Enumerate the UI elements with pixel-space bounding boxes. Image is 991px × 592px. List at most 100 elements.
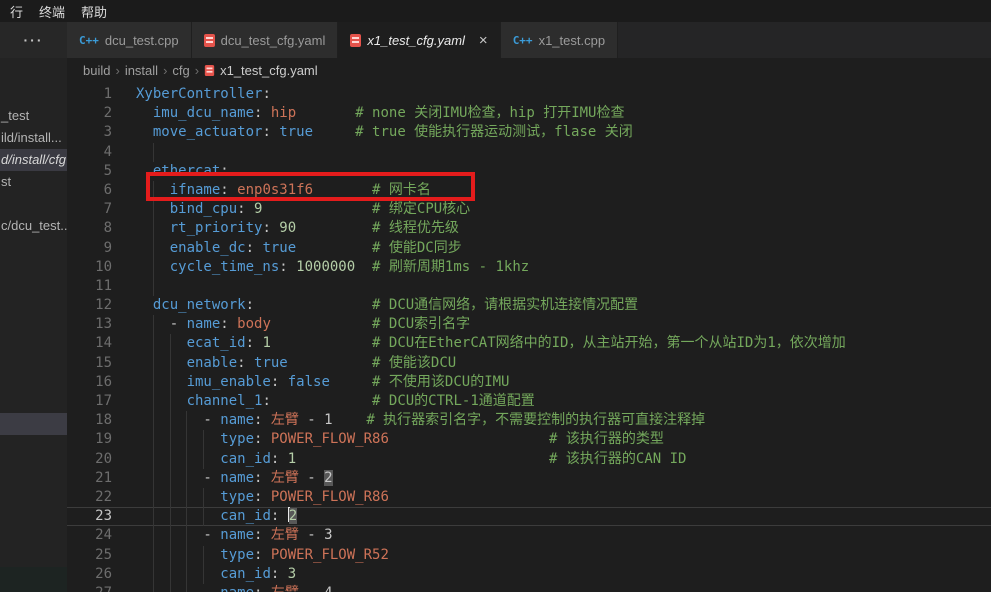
- indent-guide: [153, 565, 154, 584]
- code-line[interactable]: 17 channel_1: # DCU的CTRL-1通道配置: [67, 392, 991, 411]
- close-icon[interactable]: ×: [479, 33, 488, 48]
- code-line[interactable]: 1XyberController:: [67, 85, 991, 104]
- code-line[interactable]: 26 can_id: 3: [67, 565, 991, 584]
- line-number[interactable]: 13: [67, 315, 112, 334]
- code-line[interactable]: 25 type: POWER_FLOW_R52: [67, 546, 991, 565]
- line-number[interactable]: 21: [67, 469, 112, 488]
- code-line[interactable]: 16 imu_enable: false # 不使用该DCU的IMU: [67, 373, 991, 392]
- code-token: type: [220, 547, 254, 563]
- indent-guide: [186, 488, 187, 507]
- code-token: -: [136, 412, 220, 428]
- tab-label: x1_test_cfg.yaml: [367, 33, 465, 48]
- breadcrumb-file[interactable]: x1_test_cfg.yaml: [220, 63, 318, 78]
- code-line-current[interactable]: 23 can_id: 2: [67, 507, 991, 526]
- line-number[interactable]: 9: [67, 239, 112, 258]
- code-line[interactable]: 22 type: POWER_FLOW_R86: [67, 488, 991, 507]
- code-token: # true 使能执行器运动测试，flase 关闭: [355, 124, 633, 140]
- tab-label: x1_test.cpp: [539, 33, 606, 48]
- code-line[interactable]: 24 - name: 左臂 - 3: [67, 526, 991, 545]
- code-line[interactable]: 21 - name: 左臂 - 2: [67, 469, 991, 488]
- line-number[interactable]: 26: [67, 565, 112, 584]
- line-number[interactable]: 22: [67, 488, 112, 507]
- sidebar-item-selected[interactable]: d/install/cfg: [0, 149, 67, 171]
- line-number[interactable]: 20: [67, 450, 112, 469]
- chevron-right-icon: ›: [163, 63, 167, 78]
- line-number[interactable]: 17: [67, 392, 112, 411]
- code-token: [296, 451, 549, 467]
- code-line[interactable]: 18 - name: 左臂 - 1 # 执行器索引名字，不需要控制的执行器可直接…: [67, 411, 991, 430]
- code-line[interactable]: 13 - name: body # DCU索引名字: [67, 315, 991, 334]
- code-line[interactable]: 19 type: POWER_FLOW_R86 # 该执行器的类型: [67, 430, 991, 449]
- line-number[interactable]: 24: [67, 526, 112, 545]
- code-token: [333, 412, 367, 428]
- code-line[interactable]: 4: [67, 143, 991, 162]
- line-number[interactable]: 19: [67, 430, 112, 449]
- line-number[interactable]: 2: [67, 104, 112, 123]
- indent-guide: [153, 450, 154, 469]
- line-number[interactable]: 7: [67, 200, 112, 219]
- line-number[interactable]: 1: [67, 85, 112, 104]
- line-number[interactable]: 16: [67, 373, 112, 392]
- indent-guide: [186, 507, 187, 526]
- tab-dcu-test-cpp[interactable]: C++ dcu_test.cpp: [67, 22, 192, 58]
- indent-guide: [186, 411, 187, 430]
- tab-x1-test-cfg-yaml[interactable]: x1_test_cfg.yaml ×: [338, 22, 500, 58]
- line-number[interactable]: 11: [67, 277, 112, 296]
- code-token: name: [220, 527, 254, 543]
- line-number[interactable]: 25: [67, 546, 112, 565]
- code-line[interactable]: 10 cycle_time_ns: 1000000 # 刷新周期1ms - 1k…: [67, 258, 991, 277]
- code-line[interactable]: 6 ifname: enp0s31f6 # 网卡名: [67, 181, 991, 200]
- indent-guide: [203, 546, 204, 565]
- menu-item-terminal[interactable]: 终端: [31, 2, 73, 21]
- breadcrumb-item[interactable]: build: [83, 63, 110, 78]
- line-number[interactable]: 3: [67, 123, 112, 142]
- line-number[interactable]: 10: [67, 258, 112, 277]
- code-line[interactable]: 15 enable: true # 使能该DCU: [67, 354, 991, 373]
- indent-guide: [153, 277, 154, 296]
- code-line[interactable]: 2 imu_dcu_name: hip # none 关闭IMU检查，hip 打…: [67, 104, 991, 123]
- code-token: :: [254, 547, 271, 563]
- menu-item-help[interactable]: 帮助: [73, 2, 115, 21]
- sidebar-item[interactable]: ild/install...: [0, 127, 67, 149]
- code-token: true: [254, 355, 288, 371]
- sidebar-item[interactable]: c/dcu_test...: [0, 215, 67, 237]
- tab-dcu-test-cfg-yaml[interactable]: dcu_test_cfg.yaml: [192, 22, 339, 58]
- code-line[interactable]: 3 move_actuator: true # true 使能执行器运动测试，f…: [67, 123, 991, 142]
- more-actions-icon[interactable]: ···: [0, 22, 67, 58]
- breadcrumb-item[interactable]: install: [125, 63, 158, 78]
- code-line[interactable]: 27 - name: 左臂 - 4: [67, 584, 991, 592]
- line-number[interactable]: 18: [67, 411, 112, 430]
- sidebar-highlight-bar[interactable]: [0, 413, 67, 435]
- code-line[interactable]: 20 can_id: 1 # 该执行器的CAN ID: [67, 450, 991, 469]
- code-line[interactable]: 14 ecat_id: 1 # DCU在EtherCAT网络中的ID，从主站开始…: [67, 334, 991, 353]
- line-number[interactable]: 23: [67, 507, 112, 526]
- line-number[interactable]: 14: [67, 334, 112, 353]
- code-token: :: [220, 163, 228, 179]
- code-line[interactable]: 9 enable_dc: true # 使能DC同步: [67, 239, 991, 258]
- line-number[interactable]: 8: [67, 219, 112, 238]
- line-number[interactable]: 6: [67, 181, 112, 200]
- code-token: 1: [288, 451, 296, 467]
- breadcrumb-item[interactable]: cfg: [172, 63, 189, 78]
- code-line[interactable]: 5 ethercat:: [67, 162, 991, 181]
- sidebar-item[interactable]: _test: [0, 105, 67, 127]
- line-number[interactable]: 5: [67, 162, 112, 181]
- sidebar-list: _test ild/install... d/install/cfg st c/…: [0, 105, 67, 237]
- line-number[interactable]: 27: [67, 584, 112, 592]
- indent-guide: [153, 200, 154, 219]
- indent-guide: [170, 565, 171, 584]
- sidebar-item[interactable]: st: [0, 171, 67, 193]
- code-token: 1000000: [296, 259, 355, 275]
- menu-item-run[interactable]: 行: [2, 2, 31, 21]
- tab-x1-test-cpp[interactable]: C++ x1_test.cpp: [501, 22, 618, 58]
- code-line[interactable]: 12 dcu_network: # DCU通信网络，请根据实机连接情况配置: [67, 296, 991, 315]
- code-area[interactable]: 1XyberController:2 imu_dcu_name: hip # n…: [67, 82, 991, 592]
- code-line[interactable]: 8 rt_priority: 90 # 线程优先级: [67, 219, 991, 238]
- line-number[interactable]: 4: [67, 143, 112, 162]
- code-line[interactable]: 7 bind_cpu: 9 # 绑定CPU核心: [67, 200, 991, 219]
- code-token: :: [246, 240, 263, 256]
- code-line[interactable]: 11: [67, 277, 991, 296]
- code-token: # 使能该DCU: [372, 355, 456, 371]
- line-number[interactable]: 12: [67, 296, 112, 315]
- line-number[interactable]: 15: [67, 354, 112, 373]
